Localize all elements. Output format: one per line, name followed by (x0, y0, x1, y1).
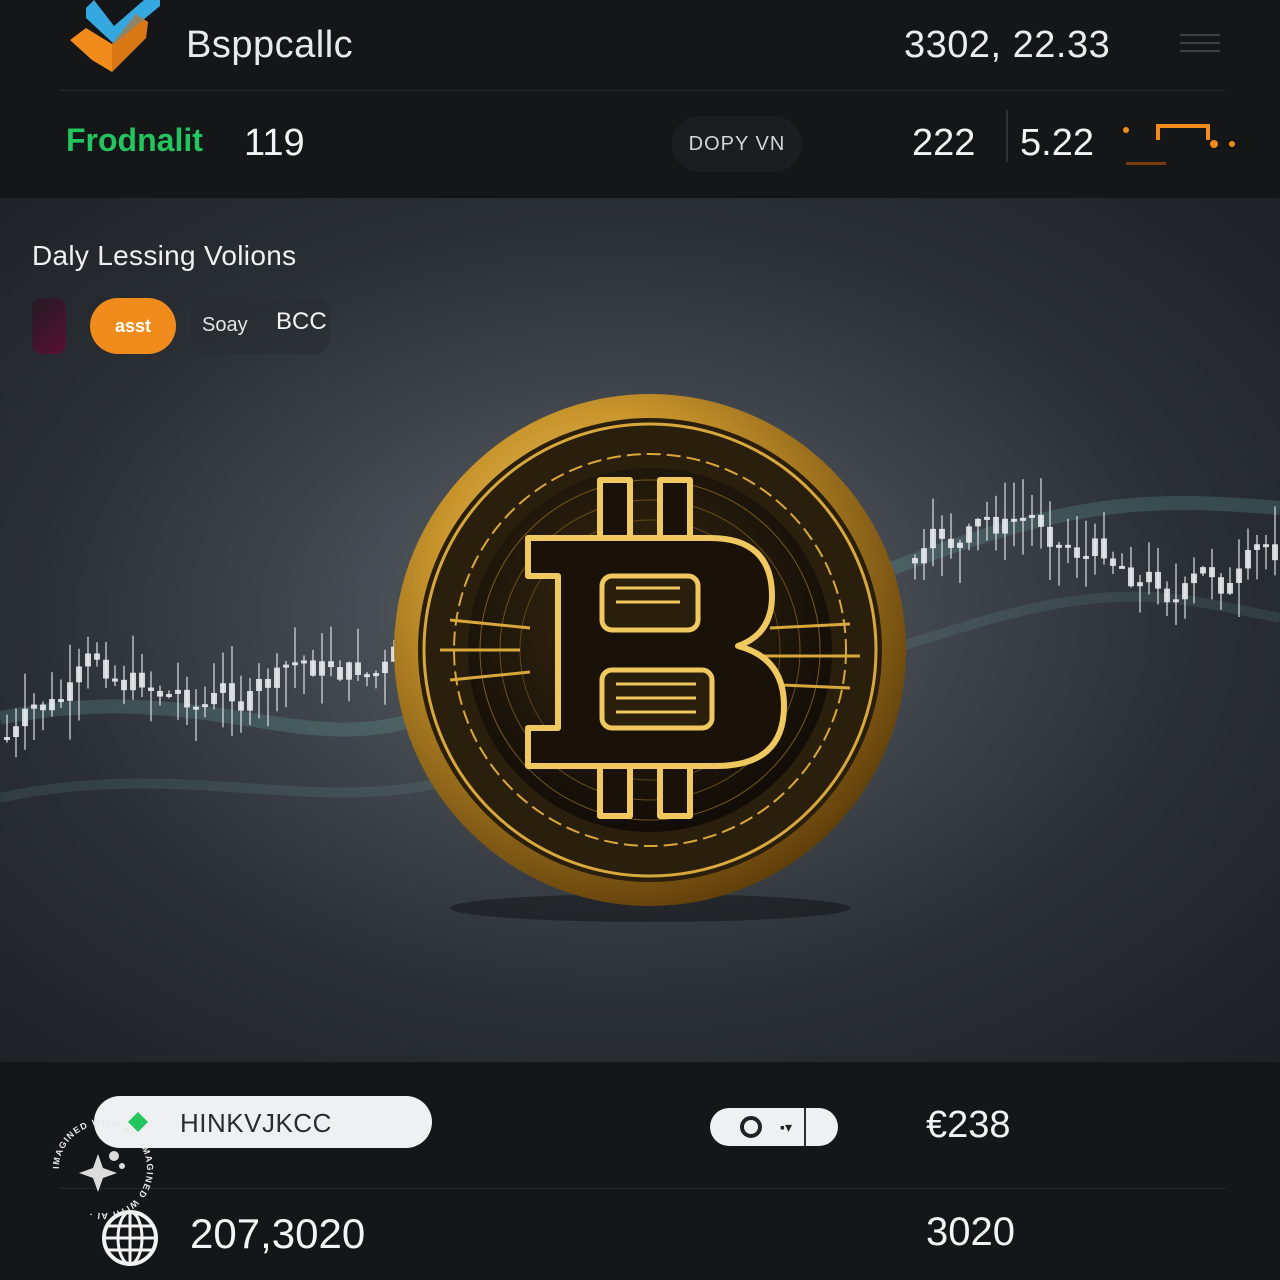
candle (1083, 520, 1089, 587)
trend-line-icon (1123, 124, 1235, 165)
candle (1245, 528, 1251, 580)
candle (1110, 551, 1116, 574)
filter-chip-dark[interactable] (32, 298, 66, 354)
candle (292, 627, 298, 689)
bitcoin-coin-icon (394, 394, 906, 922)
section-title: Daly Lessing Volions (32, 240, 297, 271)
candle (337, 660, 343, 682)
stat-value-a: 222 (912, 122, 976, 164)
stat-label: Frodnalit (66, 122, 203, 158)
candle (1254, 534, 1260, 580)
stat-value-b: 5.22 (1020, 122, 1094, 164)
candle (1164, 581, 1170, 616)
candle (328, 626, 334, 677)
price-value: €238 (926, 1104, 1011, 1146)
toggle-divider (804, 1108, 806, 1146)
brand-name: Bsppcallc (186, 24, 354, 66)
candle (364, 672, 370, 687)
toggle-knob (740, 1116, 762, 1138)
check-shield-icon[interactable] (64, 0, 160, 84)
candle (1092, 523, 1098, 575)
candle (310, 649, 316, 677)
candle (103, 641, 109, 688)
candle (139, 653, 145, 697)
candle (121, 665, 127, 705)
candle (22, 673, 28, 750)
candle (67, 644, 73, 740)
candle (1011, 482, 1017, 547)
candle (1020, 479, 1026, 555)
candle (166, 690, 172, 699)
candle (921, 529, 927, 580)
candle (85, 636, 91, 689)
divider (60, 1188, 1226, 1189)
candle (1146, 542, 1152, 595)
candle (1002, 482, 1008, 561)
candle (112, 665, 118, 686)
balance-value: 207,3020 (190, 1210, 366, 1257)
candle (1272, 506, 1278, 576)
toggle-glyph: ▪▾ (780, 1119, 792, 1135)
candle (130, 635, 136, 700)
candle (1263, 535, 1269, 570)
pill-button[interactable]: DOPY VN (672, 116, 802, 172)
toggle-switch[interactable]: ▪▾ (710, 1108, 838, 1146)
candle (274, 653, 280, 712)
watermark-badge: IMAGINED WITH AI · IMAGINED WITH AI · (51, 1117, 154, 1221)
candle (49, 672, 55, 717)
candle (1065, 518, 1071, 564)
secondary-value: 3020 (926, 1210, 1015, 1254)
candle (1200, 566, 1206, 576)
candle (1056, 541, 1062, 586)
candle (1128, 546, 1134, 588)
candle (993, 495, 999, 551)
candle (1182, 576, 1188, 619)
candle (1101, 512, 1107, 565)
candle (1227, 567, 1233, 595)
filter-chip-label: Soay (202, 314, 248, 336)
candle (957, 539, 963, 584)
top-bar: Bsppcallc 3302, 22.33 Frodnalit 119 DOPY… (0, 0, 1280, 196)
candle (355, 628, 361, 681)
candle (283, 661, 289, 708)
candle (1119, 553, 1125, 569)
candle (319, 632, 325, 704)
filter-chip-active[interactable]: asst (90, 298, 176, 354)
hamburger-menu-icon[interactable] (1180, 28, 1220, 60)
divider (60, 90, 1226, 91)
candle (301, 655, 307, 694)
header-price: 3302, 22.33 (904, 24, 1111, 66)
divider (1006, 110, 1008, 162)
candle (373, 670, 379, 689)
candle (346, 661, 352, 702)
chart-panel: Daly Lessing Volions asst Soay BCC (0, 198, 1280, 1062)
bottom-bar: HINKVJKCC ▪▾ €238 207,3020 3020 (0, 1062, 1280, 1280)
search-text: HINKVJKCC (180, 1108, 332, 1138)
candle (1074, 516, 1080, 578)
candle (211, 663, 217, 710)
candle (256, 663, 262, 719)
stat-count: 119 (244, 122, 305, 164)
filter-chip-group[interactable]: Soay BCC (190, 298, 330, 354)
candle (1209, 548, 1215, 600)
candle (94, 642, 100, 667)
filter-chip-label: BCC (276, 308, 327, 335)
